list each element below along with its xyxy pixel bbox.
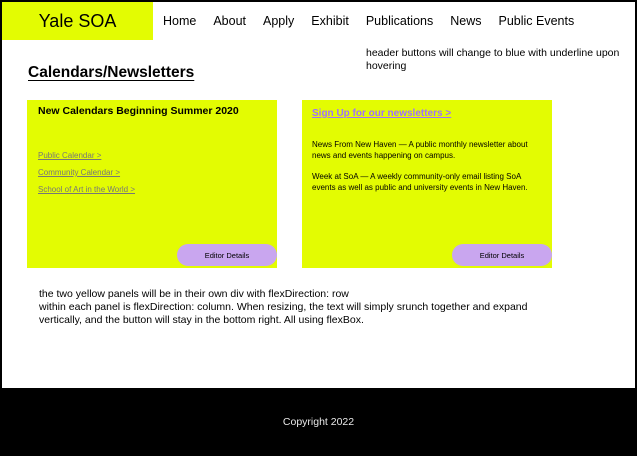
- newsletters-panel: Sign Up for our newsletters > News From …: [302, 100, 552, 268]
- page-frame: Yale SOA Home About Apply Exhibit Public…: [2, 2, 635, 388]
- school-of-art-link[interactable]: School of Art in the World >: [38, 185, 135, 194]
- layout-explanation: the two yellow panels will be in their o…: [39, 288, 539, 326]
- nav-publications[interactable]: Publications: [366, 14, 433, 28]
- community-calendar-link[interactable]: Community Calendar >: [38, 168, 120, 177]
- calendars-heading: New Calendars Beginning Summer 2020: [38, 105, 239, 117]
- nav-about[interactable]: About: [213, 14, 246, 28]
- brand-logo[interactable]: Yale SOA: [2, 2, 153, 40]
- main-nav: Home About Apply Exhibit Publications Ne…: [163, 14, 591, 28]
- newsletter-description: Week at SoA — A weekly community-only em…: [312, 172, 528, 192]
- copyright-text: Copyright 2022: [282, 416, 355, 428]
- nav-home[interactable]: Home: [163, 14, 196, 28]
- nav-exhibit[interactable]: Exhibit: [311, 14, 349, 28]
- explanation-line: the two yellow panels will be in their o…: [39, 288, 349, 300]
- newsletter-signup-link[interactable]: Sign Up for our newsletters >: [312, 108, 451, 119]
- calendars-panel: New Calendars Beginning Summer 2020 Publ…: [27, 100, 277, 268]
- brand-text: Yale SOA: [38, 10, 117, 31]
- nav-public-events[interactable]: Public Events: [499, 14, 575, 28]
- hover-note: header buttons will change to blue with …: [366, 47, 620, 72]
- nav-apply[interactable]: Apply: [263, 14, 294, 28]
- newsletter-description: News From New Haven — A public monthly n…: [312, 140, 528, 160]
- page-title: Calendars/Newsletters: [28, 64, 195, 81]
- editor-details-button[interactable]: Editor Details: [452, 244, 552, 266]
- nav-news[interactable]: News: [450, 14, 481, 28]
- editor-details-button[interactable]: Editor Details: [177, 244, 277, 266]
- explanation-line: within each panel is flexDirection: colu…: [39, 300, 528, 326]
- public-calendar-link[interactable]: Public Calendar >: [38, 151, 101, 160]
